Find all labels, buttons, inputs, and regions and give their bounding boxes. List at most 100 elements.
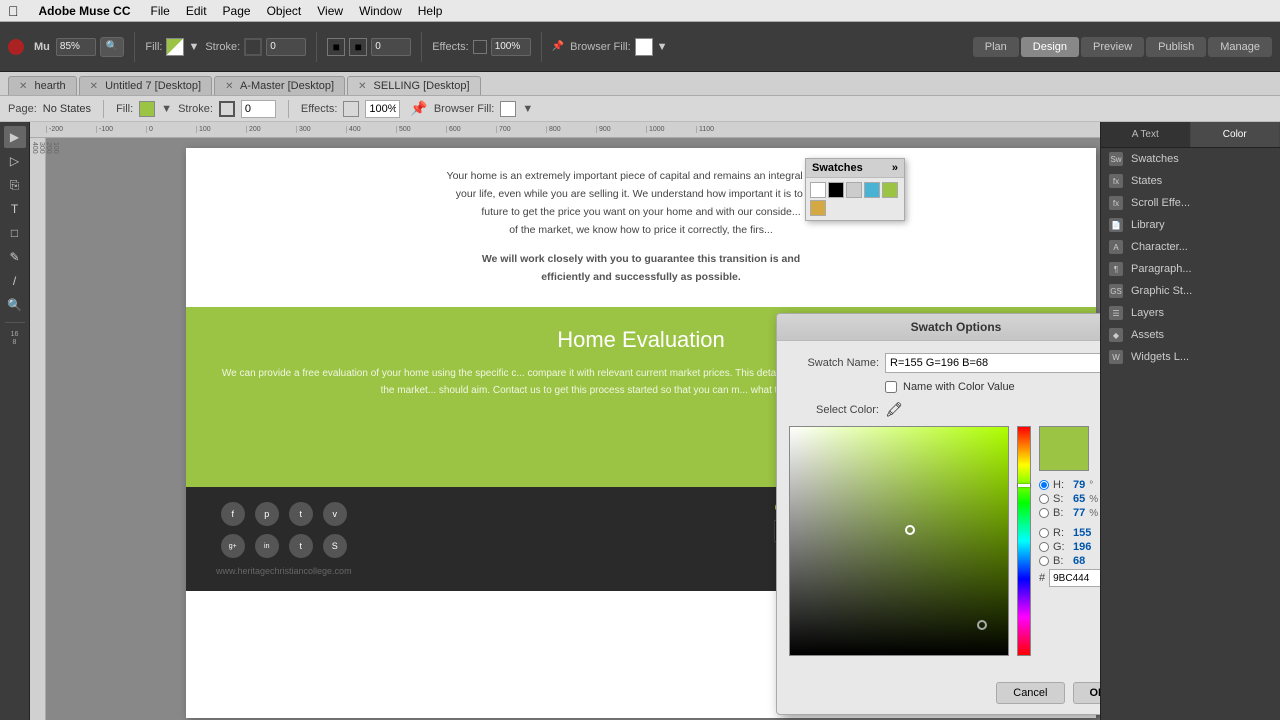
b-radio[interactable]: [1039, 508, 1049, 518]
facebook-icon[interactable]: f: [221, 502, 245, 526]
g-radio[interactable]: [1039, 542, 1049, 552]
swatches-expand[interactable]: »: [892, 162, 898, 174]
align-btn2[interactable]: ■: [349, 38, 367, 56]
character-icon: A: [1109, 240, 1123, 254]
file-menu[interactable]: File: [143, 2, 178, 20]
page-menu[interactable]: Page: [215, 2, 259, 20]
t2-pin[interactable]: 📌: [410, 100, 427, 117]
stroke-width[interactable]: [266, 38, 306, 56]
b2-radio[interactable]: [1039, 556, 1049, 566]
object-menu[interactable]: Object: [259, 2, 310, 20]
eyedropper-icon[interactable]: 🖍: [885, 401, 903, 418]
color-preview: [1039, 426, 1089, 471]
stroke-color[interactable]: [244, 38, 262, 56]
select-tool[interactable]: ▶: [4, 126, 26, 148]
t2-fill-arrow[interactable]: ▼: [161, 103, 172, 115]
swatch-blue[interactable]: [864, 182, 880, 198]
library-menu[interactable]: 📄 Library: [1101, 214, 1280, 236]
align-input[interactable]: [371, 38, 411, 56]
g-row: G: 196: [1039, 541, 1100, 553]
skype-icon[interactable]: S: [323, 534, 347, 558]
fill-arrow[interactable]: ▼: [188, 41, 199, 53]
pin-icon[interactable]: 📌: [552, 41, 564, 52]
color-gradient[interactable]: [789, 426, 1009, 656]
window-menu[interactable]: Window: [351, 2, 410, 20]
swatch-name-input[interactable]: [885, 353, 1100, 373]
swatch-yellow[interactable]: [810, 200, 826, 216]
t2-effects-btn[interactable]: [343, 101, 359, 117]
widgets-menu[interactable]: W Widgets L...: [1101, 346, 1280, 368]
shape-tool[interactable]: □: [4, 222, 26, 244]
pen-tool[interactable]: ✎: [4, 246, 26, 268]
t2-browser-fill[interactable]: [500, 101, 516, 117]
character-menu[interactable]: A Character...: [1101, 236, 1280, 258]
zoom-tool[interactable]: 🔍: [4, 294, 26, 316]
t2-stroke-input[interactable]: [241, 100, 276, 118]
hue-strip[interactable]: [1017, 426, 1031, 656]
tab-hearth[interactable]: ✕ hearth: [8, 76, 77, 95]
h-radio[interactable]: [1039, 480, 1049, 490]
swatch-black[interactable]: [828, 182, 844, 198]
tumblr-icon[interactable]: t: [289, 534, 313, 558]
layers-menu[interactable]: ☰ Layers: [1101, 302, 1280, 324]
site-paragraph2: We will work closely with you to guarant…: [216, 251, 1066, 287]
twitter-icon[interactable]: t: [289, 502, 313, 526]
direct-select-tool[interactable]: ▷: [4, 150, 26, 172]
paragraph-menu[interactable]: ¶ Paragraph...: [1101, 258, 1280, 280]
plan-tab[interactable]: Plan: [973, 37, 1019, 57]
ok-button[interactable]: OK: [1073, 682, 1101, 704]
effects-btn[interactable]: [473, 40, 487, 54]
h-value: 79: [1073, 479, 1085, 491]
crop-tool[interactable]: ⎘: [4, 174, 26, 196]
r-radio[interactable]: [1039, 528, 1049, 538]
graphic-styles-menu[interactable]: GS Graphic St...: [1101, 280, 1280, 302]
s-value: 65: [1073, 493, 1085, 505]
browser-fill-color[interactable]: [635, 38, 653, 56]
edit-menu[interactable]: Edit: [178, 2, 215, 20]
text-tab[interactable]: A Text: [1101, 122, 1191, 147]
r-label: R:: [1053, 527, 1069, 539]
publish-tab[interactable]: Publish: [1146, 37, 1206, 57]
text-tool[interactable]: T: [4, 198, 26, 220]
color-tab[interactable]: Color: [1191, 122, 1280, 147]
swatch-white[interactable]: [810, 182, 826, 198]
pinterest-icon[interactable]: p: [255, 502, 279, 526]
linkedin-icon[interactable]: in: [255, 534, 279, 558]
view-menu[interactable]: View: [309, 2, 351, 20]
vimeo-icon[interactable]: v: [323, 502, 347, 526]
assets-menu[interactable]: ◆ Assets: [1101, 324, 1280, 346]
t2-opacity[interactable]: [365, 100, 400, 118]
states-menu[interactable]: fx States: [1101, 170, 1280, 192]
help-menu[interactable]: Help: [410, 2, 451, 20]
line-tool[interactable]: /: [4, 270, 26, 292]
canvas-area[interactable]: -200 -100 0 100 200 300 400 500 600 700 …: [30, 122, 1100, 720]
t2-browser-arrow[interactable]: ▼: [522, 103, 533, 115]
toolbar-sep-4: [541, 32, 542, 62]
swatches-menu[interactable]: Sw Swatches: [1101, 148, 1280, 170]
manage-tab[interactable]: Manage: [1208, 37, 1272, 57]
name-color-checkbox[interactable]: [885, 381, 897, 393]
fill-color[interactable]: [166, 38, 184, 56]
t2-fill-color[interactable]: [139, 101, 155, 117]
design-tab[interactable]: Design: [1021, 37, 1079, 57]
t2-stroke-color[interactable]: [219, 101, 235, 117]
app-name[interactable]: Adobe Muse CC: [31, 2, 139, 20]
align-btn1[interactable]: ■: [327, 38, 345, 56]
gplus-icon[interactable]: g+: [221, 534, 245, 558]
tab-selling[interactable]: ✕ SELLING [Desktop]: [347, 76, 480, 95]
s-radio[interactable]: [1039, 494, 1049, 504]
preview-tab[interactable]: Preview: [1081, 37, 1144, 57]
scroll-effects-menu[interactable]: fx Scroll Effe...: [1101, 192, 1280, 214]
cancel-button[interactable]: Cancel: [996, 682, 1064, 704]
swatch-name-label: Swatch Name:: [789, 357, 879, 369]
zoom-input[interactable]: [56, 38, 96, 56]
opacity-input[interactable]: [491, 38, 531, 56]
tab-untitled7[interactable]: ✕ Untitled 7 [Desktop]: [79, 76, 212, 95]
swatch-gray[interactable]: [846, 182, 862, 198]
hex-input[interactable]: [1049, 569, 1100, 587]
browser-fill-arrow[interactable]: ▼: [657, 41, 668, 53]
right-panel-tabs: A Text Color: [1101, 122, 1280, 148]
tab-amaster[interactable]: ✕ A-Master [Desktop]: [214, 76, 345, 95]
swatch-green[interactable]: [882, 182, 898, 198]
zoom-button[interactable]: 🔍: [100, 37, 124, 57]
